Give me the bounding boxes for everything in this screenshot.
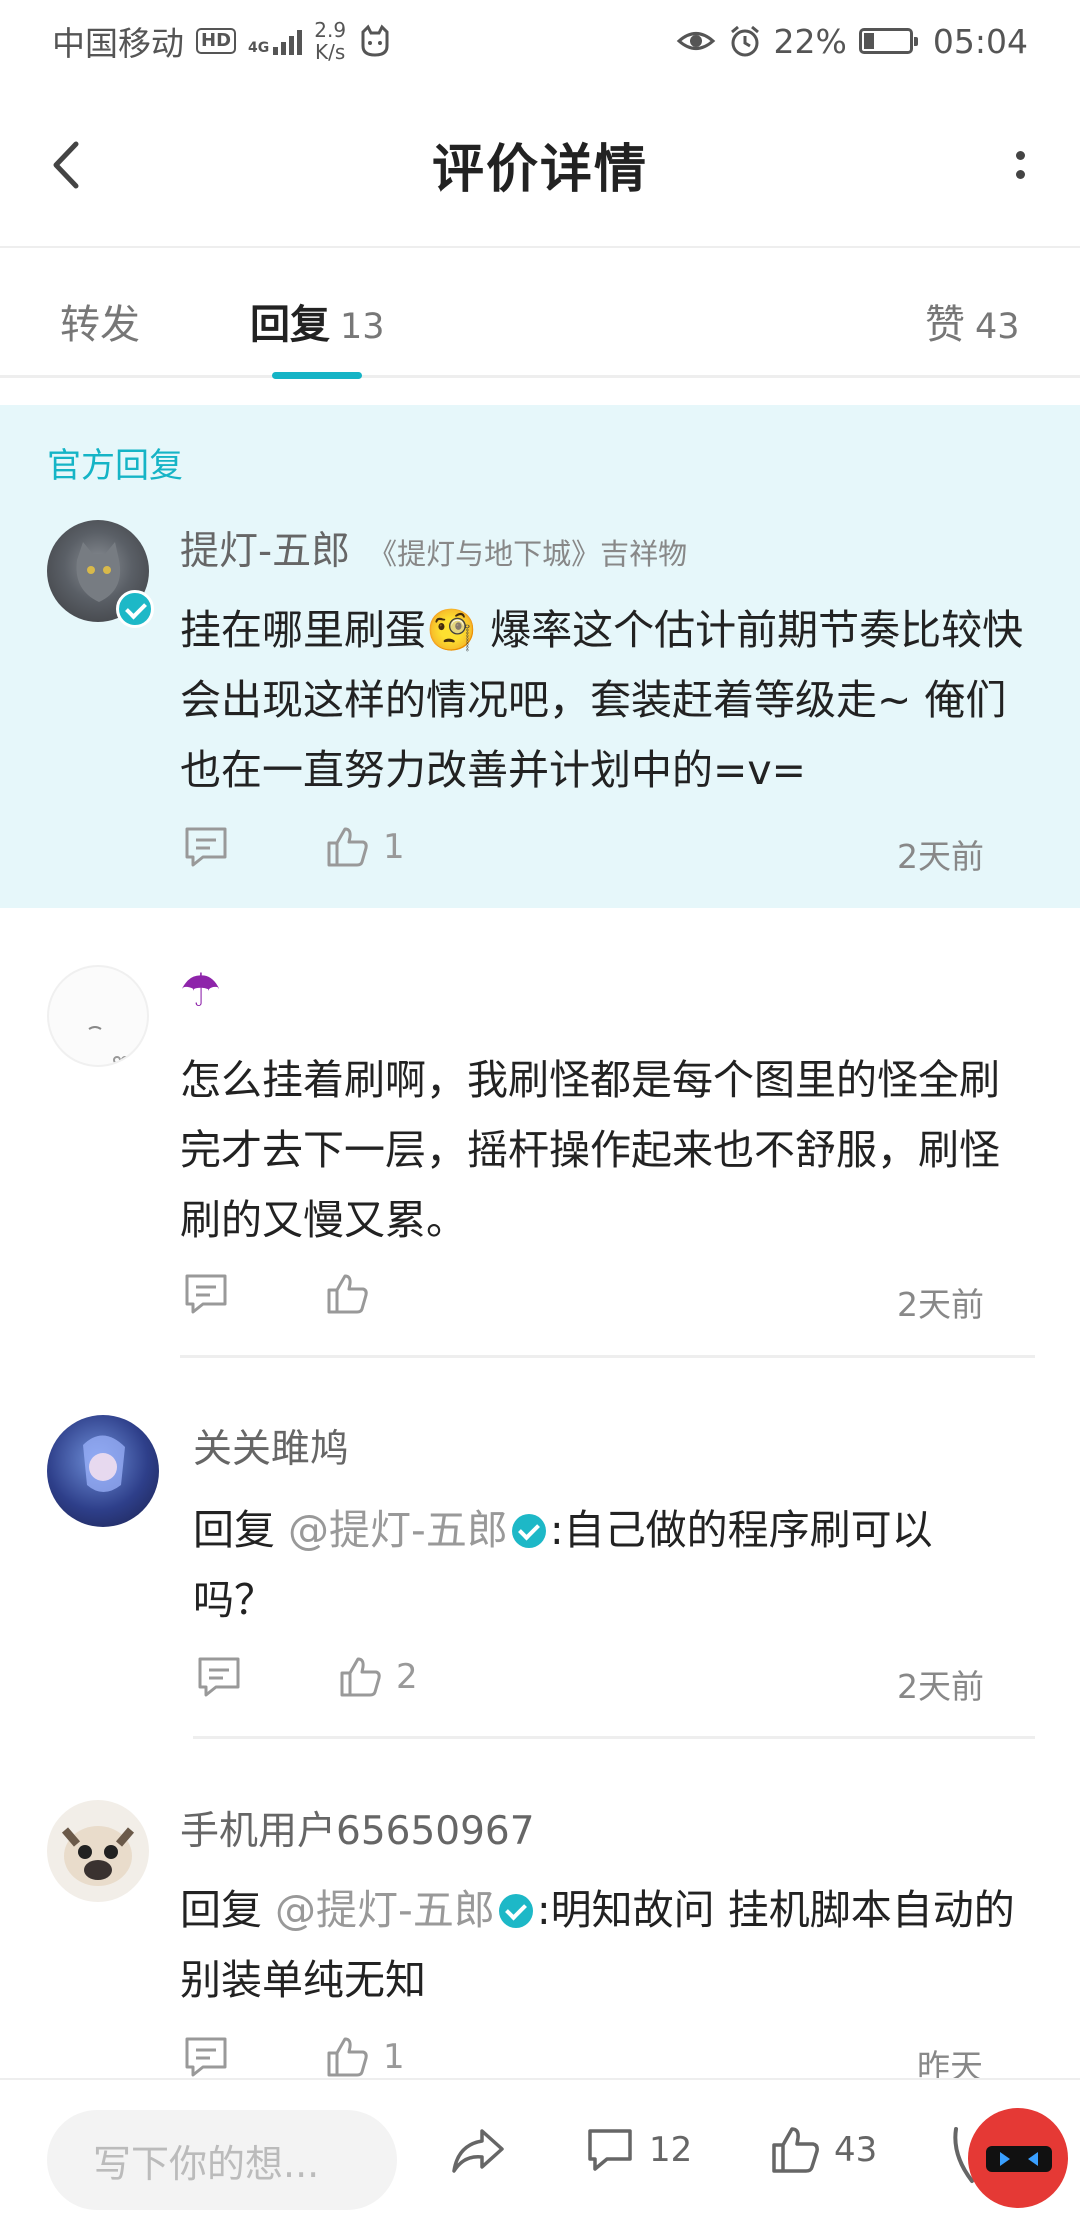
thumbs-up-icon xyxy=(327,1274,368,1314)
like-count-button[interactable]: 43 xyxy=(770,2125,877,2175)
signal-icon: 4G xyxy=(248,27,303,56)
comment-count-button[interactable]: 12 xyxy=(585,2125,692,2175)
thumbs-up-icon xyxy=(772,2127,819,2173)
thumbs-up-icon xyxy=(327,827,368,867)
reply-button[interactable] xyxy=(183,1272,229,1316)
like-count: 1 xyxy=(383,2037,405,2077)
tab-repost-label: 转发 xyxy=(60,302,140,348)
verified-badge-icon xyxy=(112,590,158,628)
divider xyxy=(193,1736,1035,1739)
verified-badge-icon xyxy=(511,1514,546,1548)
tab-repost[interactable]: 转发 xyxy=(60,292,140,350)
cat-notification-icon xyxy=(361,24,389,57)
comment-icon xyxy=(185,2037,227,2077)
official-reply-label: 官方回复 xyxy=(47,446,183,486)
back-arrow-icon[interactable] xyxy=(40,132,100,198)
like-button[interactable]: 1 xyxy=(325,825,405,869)
tab-like-count: 43 xyxy=(975,307,1020,347)
timestamp: 2天前 xyxy=(897,1285,984,1324)
like-button[interactable]: 1 xyxy=(325,2035,405,2079)
tab-reply-count: 13 xyxy=(340,307,385,347)
official-reply-text: 挂在哪里刷蛋🧐 爆率这个估计前期节奏比较快会出现这样的情况吧，套装赶着等级走~ … xyxy=(180,606,1024,794)
alarm-icon xyxy=(730,25,759,57)
share-icon xyxy=(452,2129,504,2173)
comment-icon xyxy=(185,827,227,867)
floating-game-button[interactable] xyxy=(968,2108,1068,2208)
comment-bubble-icon xyxy=(588,2129,632,2171)
like-button[interactable]: 2 xyxy=(338,1655,418,1699)
reply-prefix: 回复 xyxy=(193,1506,275,1554)
mention-link[interactable]: @提灯-五郎 xyxy=(288,1506,508,1554)
tab-reply[interactable]: 回复 13 xyxy=(250,292,385,350)
reply-button[interactable] xyxy=(183,2035,229,2079)
thumbs-up-icon xyxy=(327,2037,368,2077)
author-name: 提灯-五郎 xyxy=(180,529,351,574)
comment-count: 12 xyxy=(649,2130,693,2170)
timestamp: 2天前 xyxy=(897,837,984,876)
more-options-icon[interactable] xyxy=(1000,132,1040,198)
comment-input-placeholder: 写下你的想... xyxy=(93,2141,320,2186)
like-count: 2 xyxy=(396,1657,418,1697)
share-button[interactable] xyxy=(450,2125,506,2177)
clock: 05:04 xyxy=(932,21,1028,61)
net-type-label: 4G xyxy=(248,40,270,56)
commenter-name[interactable]: 关关雎鸠 xyxy=(193,1418,349,1474)
like-button[interactable] xyxy=(325,1272,383,1316)
like-count: 1 xyxy=(383,827,405,867)
comment-text: 怎么挂着刷啊，我刷怪都是每个图里的怪全刷完才去下一层，摇杆操作起来也不舒服，刷怪… xyxy=(180,1056,1000,1244)
game-mascot-icon xyxy=(986,2146,1052,2172)
commenter-name[interactable]: 手机用户65650967 xyxy=(180,1800,535,1856)
avatar[interactable] xyxy=(47,1800,149,1902)
status-bar: 中国移动 HD 4G 2.9 K/s 22% 05:04 xyxy=(0,0,1080,82)
bottom-action-bar: 写下你的想... 12 43 xyxy=(0,2078,1080,2240)
reply-button[interactable] xyxy=(183,825,229,869)
sketch-avatar-icon xyxy=(88,1026,129,1064)
reply-button[interactable] xyxy=(196,1655,242,1699)
like-count: 43 xyxy=(834,2130,878,2170)
pug-avatar-icon xyxy=(61,1826,135,1886)
thumbs-up-icon xyxy=(340,1657,381,1697)
tab-like[interactable]: 赞 43 xyxy=(925,292,1020,350)
battery-icon xyxy=(858,28,918,54)
page-header: 评价详情 xyxy=(0,82,1080,248)
comment-icon xyxy=(185,1274,227,1314)
tab-bar: 转发 回复 13 赞 43 xyxy=(0,250,1080,378)
divider xyxy=(180,1355,1035,1358)
comment-input[interactable]: 写下你的想... xyxy=(47,2110,397,2210)
active-tab-indicator xyxy=(272,372,362,379)
network-speed: 2.9 K/s xyxy=(314,19,346,63)
comment-text: 回复 @提灯-五郎:自己做的程序刷可以吗？ xyxy=(193,1495,993,1635)
reply-prefix: 回复 xyxy=(180,1886,262,1934)
author-tag: 《提灯与地下城》吉祥物 xyxy=(368,537,688,571)
comment-text: 回复 @提灯-五郎:明知故问 挂机脚本自动的别装单纯无知 xyxy=(180,1875,1040,2015)
tab-reply-label: 回复 xyxy=(250,302,330,348)
hd-icon: HD xyxy=(196,28,237,54)
anime-avatar-icon xyxy=(83,1435,125,1492)
official-author[interactable]: 提灯-五郎 《提灯与地下城》吉祥物 xyxy=(180,520,687,576)
mention-link[interactable]: @提灯-五郎 xyxy=(275,1886,495,1934)
battery-percent: 22% xyxy=(773,21,847,61)
eye-comfort-icon xyxy=(676,32,715,50)
comment-icon xyxy=(198,1657,240,1697)
carrier-label: 中国移动 xyxy=(52,24,184,63)
timestamp: 2天前 xyxy=(897,1667,984,1706)
avatar[interactable] xyxy=(47,965,149,1067)
tab-like-label: 赞 xyxy=(925,302,965,348)
page-title: 评价详情 xyxy=(431,139,648,200)
avatar[interactable] xyxy=(47,1415,159,1527)
verified-badge-icon xyxy=(498,1894,533,1928)
commenter-name[interactable]: ☂ xyxy=(180,963,221,1017)
speed-value: 2.9 xyxy=(314,18,347,42)
speed-unit: K/s xyxy=(315,40,346,64)
